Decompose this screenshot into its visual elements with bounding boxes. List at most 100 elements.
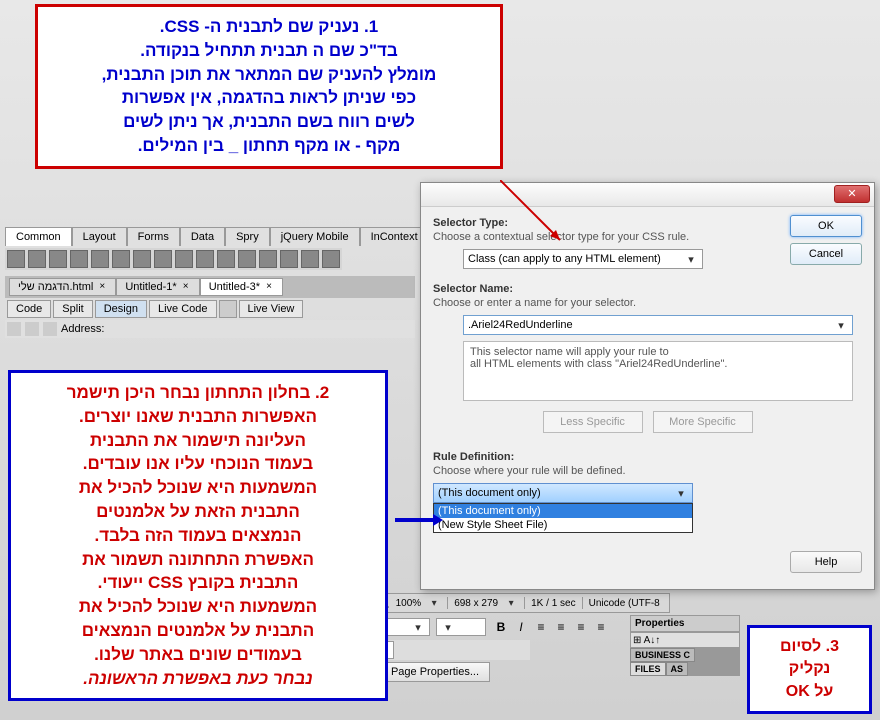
red-arrow-icon: [500, 180, 570, 250]
zoom-value[interactable]: 100%: [396, 598, 422, 609]
address-bar: Address:: [5, 320, 415, 338]
tab-forms[interactable]: Forms: [127, 227, 180, 246]
image-icon[interactable]: [133, 250, 151, 268]
bold-icon[interactable]: B: [492, 619, 510, 635]
status-bar: ▶ ✋ 🔍 100% ▾ 698 x 279 ▾ 1K / 1 sec Unic…: [340, 593, 670, 613]
assets-tab[interactable]: AS: [666, 662, 689, 676]
templates-icon[interactable]: [301, 250, 319, 268]
date-icon[interactable]: [196, 250, 214, 268]
inspect-icon[interactable]: [219, 300, 237, 318]
widget-icon[interactable]: [175, 250, 193, 268]
help-button[interactable]: Help: [790, 551, 862, 573]
chevron-down-icon: ▾: [411, 621, 425, 634]
head-icon[interactable]: [259, 250, 277, 268]
forward-icon[interactable]: [25, 322, 39, 336]
home-icon[interactable]: [43, 322, 57, 336]
files-tab[interactable]: FILES: [630, 662, 666, 676]
ssi-icon[interactable]: [217, 250, 235, 268]
tab-data[interactable]: Data: [180, 227, 225, 246]
annotation-3: 3. לסיום נקליק על OK: [747, 625, 872, 714]
dialog-titlebar[interactable]: ✕: [421, 183, 874, 207]
hr-icon[interactable]: [70, 250, 88, 268]
selector-name-value: .Ariel24RedUnderline: [468, 319, 573, 331]
selector-name-sub: Choose or enter a name for your selector…: [433, 297, 862, 309]
chevron-down-icon[interactable]: ▾: [427, 598, 441, 609]
tab-layout[interactable]: Layout: [72, 227, 127, 246]
insert-icon-toolbar: [5, 248, 342, 270]
encoding-value: Unicode (UTF-8: [589, 598, 660, 609]
align-right-icon[interactable]: ≡: [572, 619, 590, 635]
annotation-2: 2. בחלון התחתון נבחר היכן תישמר האפשרות …: [8, 370, 388, 701]
selector-name-label: Selector Name:: [433, 283, 862, 295]
view-toolbar: Code Split Design Live Code Live View: [5, 298, 305, 320]
load-value: 1K / 1 sec: [531, 598, 575, 609]
dropdown-option-new-file[interactable]: (New Style Sheet File): [434, 518, 692, 532]
back-icon[interactable]: [7, 322, 21, 336]
tab-spry[interactable]: Spry: [225, 227, 270, 246]
right-panels: Properties ⊞ A↓↑ BUSINESS C FILES AS: [630, 615, 740, 676]
chevron-down-icon[interactable]: ▾: [504, 598, 518, 609]
ok-button[interactable]: OK: [790, 215, 862, 237]
blue-arrow-icon: [395, 518, 435, 522]
selector-type-select[interactable]: Class (can apply to any HTML element) ▾: [463, 249, 703, 269]
email-link-icon[interactable]: [28, 250, 46, 268]
tab-jquery-mobile[interactable]: jQuery Mobile: [270, 227, 360, 246]
live-code-button[interactable]: Live Code: [149, 300, 217, 318]
chevron-down-icon: ▾: [441, 621, 455, 634]
align-left-icon[interactable]: ≡: [532, 619, 550, 635]
tab-common[interactable]: Common: [5, 227, 72, 246]
doc-tab-2-label: Untitled-3*: [209, 281, 260, 293]
close-icon[interactable]: ×: [181, 282, 191, 292]
document-tabs: הדגמה שלי.html × Untitled-1* × Untitled-…: [5, 276, 415, 298]
rule-definition-label: Rule Definition:: [433, 451, 862, 463]
tag-chooser-icon[interactable]: [322, 250, 340, 268]
size-select[interactable]: ▾: [436, 618, 486, 636]
doc-tab-2[interactable]: Untitled-3* ×: [200, 278, 283, 296]
annotation-2-italic: נבחר כעת באפשרת הראשונה.: [83, 669, 313, 688]
hyperlink-icon[interactable]: [7, 250, 25, 268]
close-icon[interactable]: ×: [97, 282, 107, 292]
format-icons: B I ≡ ≡ ≡ ≡: [492, 619, 610, 635]
chevron-down-icon: ▾: [834, 319, 848, 332]
new-css-rule-dialog: ✕ OK Cancel Selector Type: Choose a cont…: [420, 182, 875, 590]
selector-name-input[interactable]: .Ariel24RedUnderline ▾: [463, 315, 853, 335]
doc-tab-0-label: הדגמה שלי.html: [18, 281, 93, 293]
div-icon[interactable]: [112, 250, 130, 268]
address-label: Address:: [61, 323, 104, 335]
close-icon[interactable]: ×: [264, 282, 274, 292]
rule-definition-value: (This document only): [438, 487, 541, 499]
properties-panel-title: Properties: [635, 618, 684, 629]
doc-tab-1[interactable]: Untitled-1* ×: [116, 278, 199, 296]
more-specific-button[interactable]: More Specific: [653, 411, 753, 433]
cancel-button[interactable]: Cancel: [790, 243, 862, 265]
selector-description: This selector name will apply your rule …: [463, 341, 853, 401]
annotation-1: 1. נעניק שם לתבנית ה- CSS. בד"כ שם ה תבנ…: [35, 4, 503, 169]
annotation-2-text: 2. בחלון התחתון נבחר היכן תישמר האפשרות …: [67, 383, 330, 664]
doc-tab-0[interactable]: הדגמה שלי.html ×: [9, 278, 116, 296]
table-icon[interactable]: [91, 250, 109, 268]
chevron-down-icon: ▾: [684, 253, 698, 266]
live-view-button[interactable]: Live View: [239, 300, 304, 318]
dimensions-value[interactable]: 698 x 279: [454, 598, 498, 609]
media-icon[interactable]: [154, 250, 172, 268]
css-rule-icons[interactable]: ⊞ A↓↑: [633, 635, 660, 646]
page-properties-button[interactable]: Page Properties...: [380, 662, 490, 682]
design-view-button[interactable]: Design: [95, 300, 147, 318]
less-specific-button[interactable]: Less Specific: [543, 411, 643, 433]
align-justify-icon[interactable]: ≡: [592, 619, 610, 635]
properties-panel-header[interactable]: Properties: [630, 615, 740, 632]
named-anchor-icon[interactable]: [49, 250, 67, 268]
code-view-button[interactable]: Code: [7, 300, 51, 318]
comment-icon[interactable]: [238, 250, 256, 268]
script-icon[interactable]: [280, 250, 298, 268]
split-view-button[interactable]: Split: [53, 300, 92, 318]
italic-icon[interactable]: I: [512, 619, 530, 635]
dropdown-option-this-doc[interactable]: (This document only): [434, 504, 692, 518]
rule-definition-dropdown: (This document only) (New Style Sheet Fi…: [433, 503, 693, 533]
rule-definition-select[interactable]: (This document only) ▾: [433, 483, 693, 503]
selector-type-value: Class (can apply to any HTML element): [468, 253, 661, 265]
business-catalyst-tab[interactable]: BUSINESS C: [630, 648, 695, 662]
rule-definition-sub: Choose where your rule will be defined.: [433, 465, 862, 477]
dialog-close-button[interactable]: ✕: [834, 185, 870, 203]
align-center-icon[interactable]: ≡: [552, 619, 570, 635]
